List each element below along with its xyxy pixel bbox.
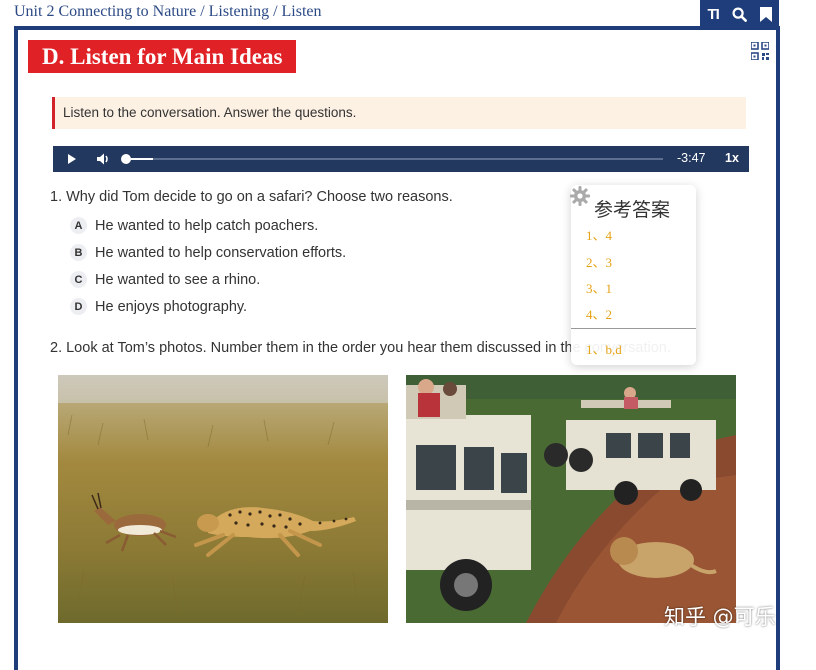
top-bar: Unit 2 Connecting to Nature / Listening … bbox=[0, 0, 816, 28]
progress-handle[interactable] bbox=[121, 154, 131, 164]
photo-cheetah-chase bbox=[58, 375, 388, 623]
option-letter[interactable]: C bbox=[70, 271, 87, 288]
option-text: He wanted to help conservation efforts. bbox=[95, 244, 347, 261]
volume-icon[interactable] bbox=[95, 151, 111, 167]
answer-item: 2、3 bbox=[586, 255, 613, 270]
option-text: He enjoys photography. bbox=[95, 298, 248, 315]
play-icon[interactable] bbox=[65, 152, 79, 166]
option-b[interactable]: B He wanted to help conservation efforts… bbox=[70, 244, 346, 261]
answer-item: 4、2 bbox=[586, 307, 613, 322]
answer-item: 3、1 bbox=[586, 281, 613, 296]
option-d[interactable]: D He enjoys photography. bbox=[70, 298, 247, 315]
watermark: 知乎 @可乐 bbox=[664, 605, 776, 629]
cheetah-gazelle-image bbox=[58, 375, 388, 623]
progress-slider[interactable] bbox=[121, 154, 663, 164]
option-text: He wanted to help catch poachers. bbox=[95, 217, 319, 234]
toolbar: TI bbox=[700, 0, 779, 28]
time-remaining: -3:47 bbox=[677, 151, 706, 165]
option-letter[interactable]: D bbox=[70, 298, 87, 315]
instruction-box: Listen to the conversation. Answer the q… bbox=[52, 97, 746, 129]
option-text: He wanted to see a rhino. bbox=[95, 271, 261, 288]
option-c[interactable]: C He wanted to see a rhino. bbox=[70, 271, 260, 288]
safari-jeeps-image bbox=[406, 375, 736, 623]
section-title: D. Listen for Main Ideas bbox=[28, 40, 297, 73]
gear-icon[interactable] bbox=[569, 185, 591, 207]
search-icon bbox=[732, 6, 747, 22]
bookmark-icon bbox=[759, 6, 772, 22]
qr-code-icon[interactable] bbox=[751, 42, 769, 60]
option-a[interactable]: A He wanted to help catch poachers. bbox=[70, 217, 318, 234]
popup-divider bbox=[571, 328, 696, 329]
answer-item: 1、b,d bbox=[586, 342, 622, 357]
option-letter[interactable]: B bbox=[70, 244, 87, 261]
popup-title: 参考答案 bbox=[594, 199, 671, 221]
bookmark-button[interactable] bbox=[755, 3, 777, 25]
answer-item: 1、4 bbox=[586, 228, 613, 243]
photo-safari-jeeps bbox=[406, 375, 736, 623]
audio-player: -3:47 1x bbox=[53, 146, 749, 172]
option-letter[interactable]: A bbox=[70, 217, 87, 234]
search-button[interactable] bbox=[728, 3, 750, 25]
question-1: 1. Why did Tom decide to go on a safari?… bbox=[50, 189, 453, 205]
playback-speed-button[interactable]: 1x bbox=[725, 151, 739, 165]
answer-popup: 参考答案 1、4 2、3 3、1 4、2 1、b,d bbox=[569, 185, 696, 365]
breadcrumb[interactable]: Unit 2 Connecting to Nature / Listening … bbox=[14, 3, 322, 21]
text-size-button[interactable]: TI bbox=[702, 3, 724, 25]
